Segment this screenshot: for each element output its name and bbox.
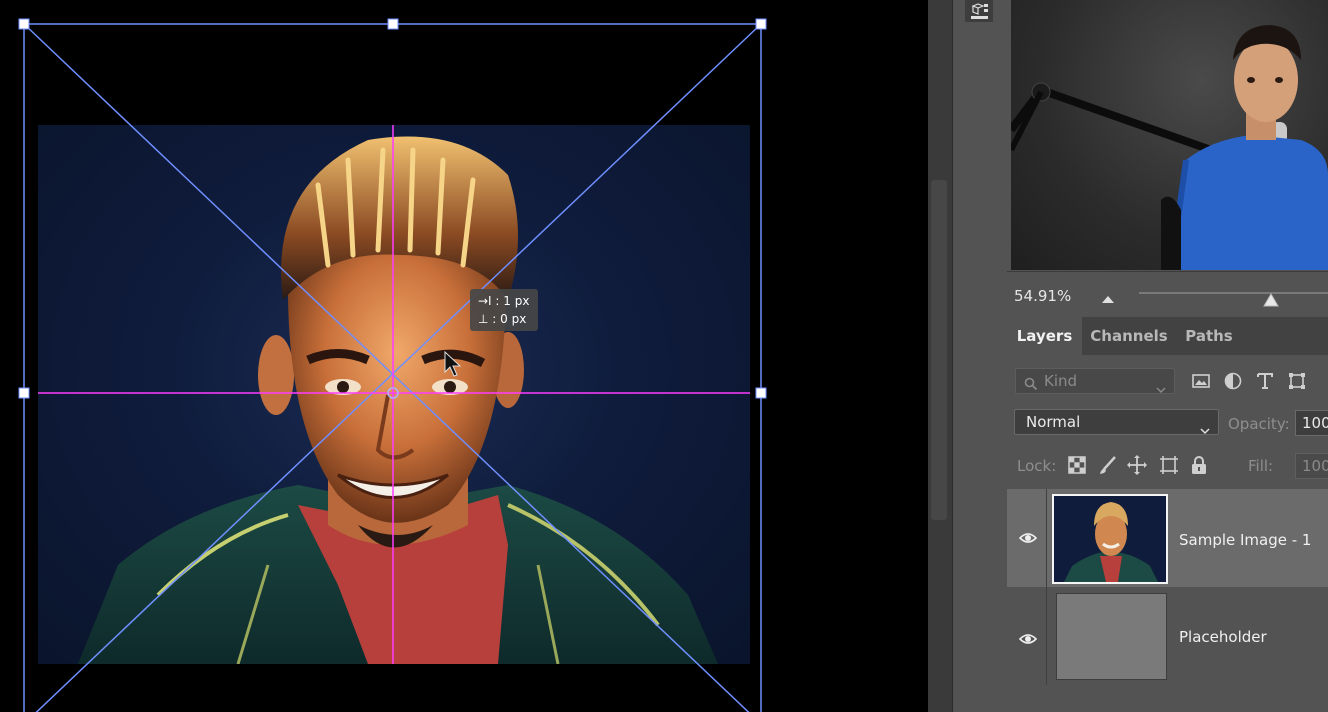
filter-kind-label: Kind [1044,372,1078,390]
navigator-zoom-bar: 54.91% [1007,271,1328,318]
blend-mode-value: Normal [1026,413,1081,431]
opacity-input[interactable]: 100 [1295,410,1328,436]
3d-panel-icon[interactable] [965,0,993,22]
chevron-down-icon [1156,377,1166,401]
mouse-cursor-icon [444,350,462,377]
shape-filter-icon[interactable] [1287,371,1307,391]
tab-channels[interactable]: Channels [1084,317,1174,355]
search-icon [1024,374,1038,398]
visibility-eye-icon[interactable] [1018,529,1038,548]
blend-opacity-row: Normal Opacity: 100 [1007,405,1328,439]
transform-overlay [18,18,767,712]
layer-name[interactable]: Placeholder [1179,628,1267,646]
adjustment-filter-icon[interactable] [1223,371,1243,391]
layer-thumbnail [1052,494,1168,584]
layer-row-placeholder[interactable]: Placeholder [1007,587,1328,685]
zoom-out-icon[interactable] [1100,289,1116,308]
zoom-slider[interactable] [1139,292,1328,294]
image-filter-icon[interactable] [1191,371,1211,391]
lock-fill-row: Lock: Fill: 100 [1007,449,1328,481]
vertical-scrollbar-thumb[interactable] [931,180,947,520]
smart-guide-horizontal-offset: →I : 1 px [478,294,530,308]
layer-filter-row: Kind [1007,362,1328,400]
layers-panel-tabs: Layers Channels Paths [1007,317,1328,355]
layer-divider [1046,587,1047,685]
tab-paths[interactable]: Paths [1177,317,1241,355]
transform-handle-middle-left [18,387,30,399]
lock-position-icon[interactable] [1126,454,1148,476]
transform-handle-top-center [387,18,399,30]
lock-image-pixels-icon[interactable] [1097,454,1119,476]
document-canvas[interactable]: →I : 1 px ⊥ : 0 px [0,0,928,712]
smart-guide-vertical-offset: ⊥ : 0 px [478,312,527,326]
fill-input[interactable]: 100 [1295,453,1328,479]
layer-name[interactable]: Sample Image - 1 [1179,531,1311,549]
transform-handle-top-left [18,18,30,30]
filter-kind-select[interactable]: Kind [1015,368,1175,394]
transform-handle-top-right [755,18,767,30]
visibility-eye-icon[interactable] [1018,630,1038,649]
layer-row-sample-image[interactable]: Sample Image - 1 [1007,489,1328,587]
zoom-level[interactable]: 54.91% [1014,287,1071,305]
opacity-label: Opacity: [1228,415,1290,433]
lock-label: Lock: [1017,457,1057,475]
fill-label: Fill: [1248,457,1274,475]
webcam-preview-image [1011,25,1328,270]
tab-layers[interactable]: Layers [1007,317,1082,355]
layer-thumbnail [1056,593,1167,680]
transform-handle-middle-right [755,387,767,399]
blend-mode-select[interactable]: Normal [1014,409,1219,435]
lock-all-icon[interactable] [1188,454,1210,476]
panel-icon-strip [952,0,1007,712]
type-filter-icon[interactable] [1255,371,1275,391]
right-panel: 54.91% Layers Channels Paths Kind Normal… [1007,0,1328,712]
layer-divider [1046,489,1047,587]
canvas-scrollbar-strip [928,0,952,712]
layers-list: Sample Image - 1 Placeholder [1007,486,1328,712]
navigator-preview[interactable] [1011,0,1328,270]
lock-artboard-icon[interactable] [1158,454,1180,476]
lock-transparent-pixels-icon[interactable] [1066,454,1088,476]
zoom-slider-thumb[interactable] [1263,292,1280,311]
smart-guide-tooltip: →I : 1 px ⊥ : 0 px [470,289,538,331]
chevron-down-icon [1200,418,1210,442]
